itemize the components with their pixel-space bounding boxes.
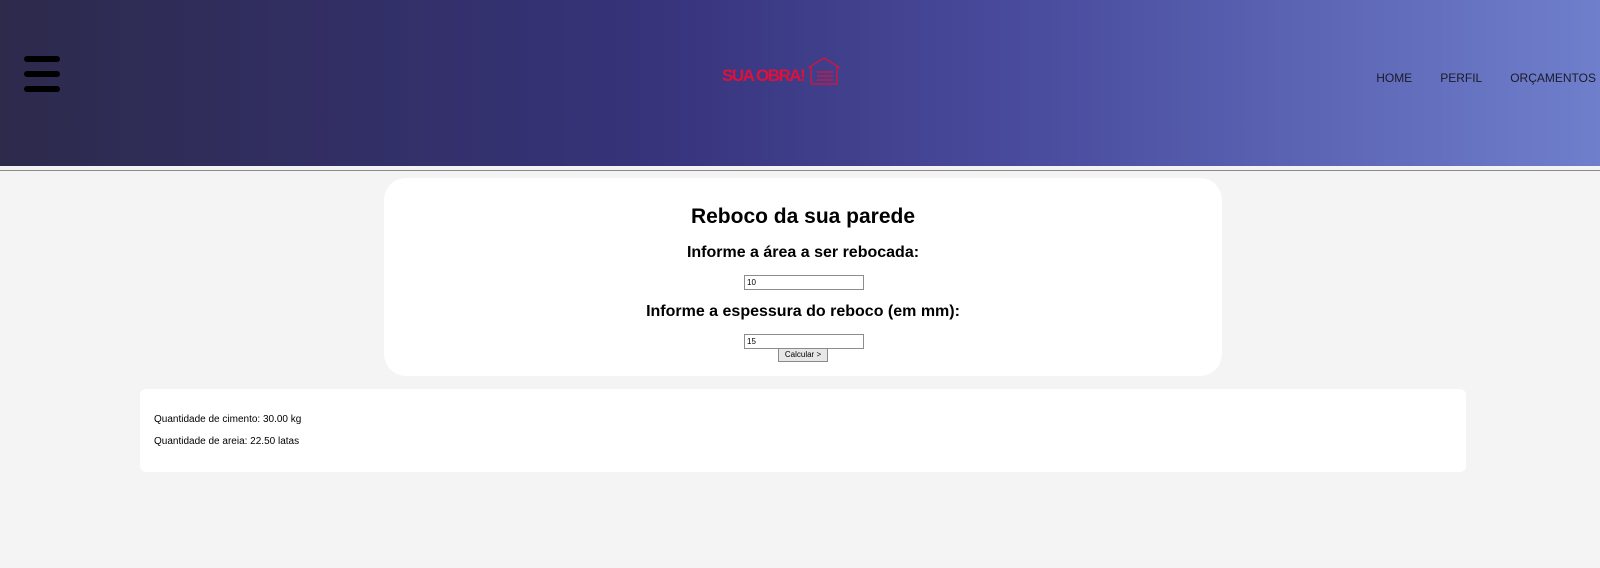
calculator-card: Reboco da sua parede Informe a área a se… [384, 178, 1222, 376]
site-header: SUA OBRA! HOME PERFIL ORÇAMENTOS [0, 0, 1600, 166]
nav-orcamentos[interactable]: ORÇAMENTOS [1510, 71, 1596, 85]
hamburger-menu-icon[interactable] [24, 56, 60, 94]
thickness-input[interactable] [744, 334, 864, 349]
header-divider [0, 170, 1600, 171]
result-cimento: Quantidade de cimento: 30.00 kg [154, 414, 302, 425]
nav-perfil[interactable]: PERFIL [1440, 71, 1482, 85]
area-label: Informe a área a ser rebocada: [686, 244, 920, 261]
thickness-label: Informe a espessura do reboco (em mm): [646, 303, 960, 320]
area-input[interactable] [744, 275, 864, 290]
main-nav: HOME PERFIL ORÇAMENTOS [1376, 71, 1596, 85]
result-areia: Quantidade de areia: 22.50 latas [154, 436, 300, 447]
house-icon [807, 57, 841, 85]
logo[interactable]: SUA OBRA! [720, 54, 842, 88]
page-title: Reboco da sua parede [690, 205, 916, 228]
logo-text: SUA OBRA! [722, 66, 806, 85]
results-card: Quantidade de cimento: 30.00 kg Quantida… [140, 389, 1466, 472]
nav-home[interactable]: HOME [1376, 71, 1412, 85]
calculate-button[interactable]: Calcular > [778, 348, 828, 362]
